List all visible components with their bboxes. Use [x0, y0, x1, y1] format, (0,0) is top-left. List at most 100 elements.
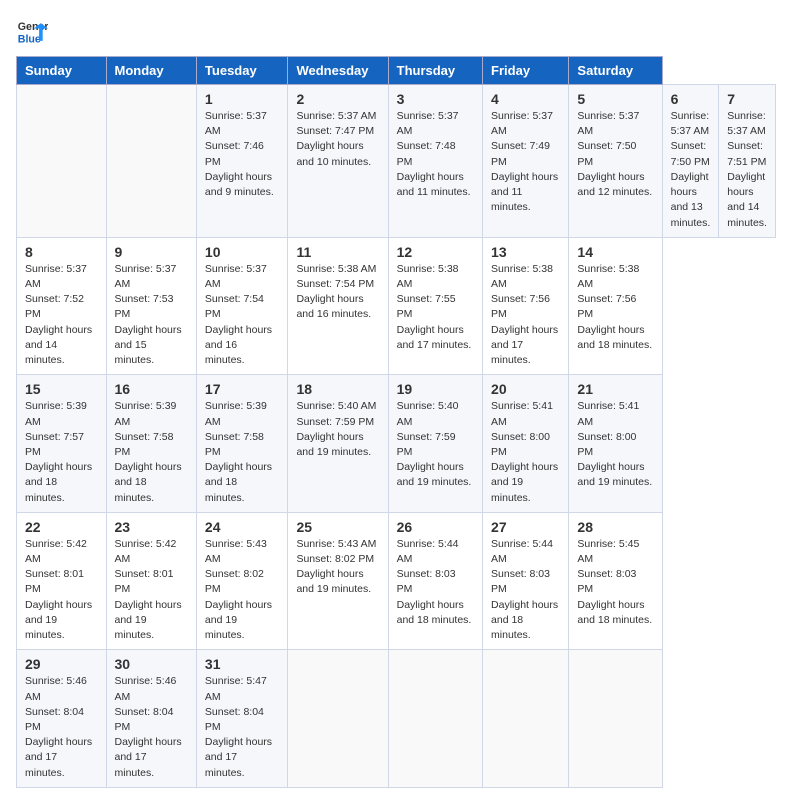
- day-info: Sunrise: 5:38 AMSunset: 7:54 PMDaylight …: [296, 262, 379, 323]
- column-header-friday: Friday: [483, 57, 569, 85]
- day-info: Sunrise: 5:39 AMSunset: 7:57 PMDaylight …: [25, 399, 98, 506]
- day-info: Sunrise: 5:37 AMSunset: 7:53 PMDaylight …: [115, 262, 188, 369]
- calendar-cell: 20 Sunrise: 5:41 AMSunset: 8:00 PMDayligh…: [483, 375, 569, 513]
- calendar-week-1: 1 Sunrise: 5:37 AMSunset: 7:46 PMDaylight…: [17, 85, 776, 238]
- day-info: Sunrise: 5:44 AMSunset: 8:03 PMDaylight …: [397, 537, 474, 628]
- calendar-cell: 15 Sunrise: 5:39 AMSunset: 7:57 PMDayligh…: [17, 375, 107, 513]
- calendar-cell: 10 Sunrise: 5:37 AMSunset: 7:54 PMDayligh…: [196, 237, 288, 375]
- calendar-cell: 6 Sunrise: 5:37 AMSunset: 7:50 PMDaylight…: [662, 85, 719, 238]
- day-info: Sunrise: 5:42 AMSunset: 8:01 PMDaylight …: [25, 537, 98, 644]
- day-number: 22: [25, 519, 98, 535]
- day-info: Sunrise: 5:37 AMSunset: 7:47 PMDaylight …: [296, 109, 379, 170]
- day-number: 31: [205, 656, 280, 672]
- day-number: 4: [491, 91, 560, 107]
- day-number: 30: [115, 656, 188, 672]
- calendar-cell: 4Sunrise: 5:37 AMSunset: 7:49 PMDaylight…: [483, 85, 569, 238]
- calendar-cell: 9 Sunrise: 5:37 AMSunset: 7:53 PMDaylight…: [106, 237, 196, 375]
- day-info: Sunrise: 5:41 AMSunset: 8:00 PMDaylight …: [577, 399, 653, 490]
- calendar-cell: 1 Sunrise: 5:37 AMSunset: 7:46 PMDaylight…: [196, 85, 288, 238]
- day-number: 21: [577, 381, 653, 397]
- calendar-cell: 17 Sunrise: 5:39 AMSunset: 7:58 PMDayligh…: [196, 375, 288, 513]
- calendar-cell: [483, 650, 569, 788]
- calendar-cell: 8Sunrise: 5:37 AMSunset: 7:52 PMDaylight…: [17, 237, 107, 375]
- day-info: Sunrise: 5:38 AMSunset: 7:55 PMDaylight …: [397, 262, 474, 353]
- calendar-header-row: SundayMondayTuesdayWednesdayThursdayFrid…: [17, 57, 776, 85]
- day-number: 13: [491, 244, 560, 260]
- day-number: 20: [491, 381, 560, 397]
- column-header-sunday: Sunday: [17, 57, 107, 85]
- calendar-cell: 21 Sunrise: 5:41 AMSunset: 8:00 PMDayligh…: [569, 375, 662, 513]
- day-number: 24: [205, 519, 280, 535]
- calendar-week-5: 29 Sunrise: 5:46 AMSunset: 8:04 PMDayligh…: [17, 650, 776, 788]
- calendar-cell: 12 Sunrise: 5:38 AMSunset: 7:55 PMDayligh…: [388, 237, 482, 375]
- column-header-monday: Monday: [106, 57, 196, 85]
- day-number: 8: [25, 244, 98, 260]
- day-number: 27: [491, 519, 560, 535]
- calendar-cell: 27Sunrise: 5:44 AMSunset: 8:03 PMDayligh…: [483, 512, 569, 650]
- calendar-cell: 16 Sunrise: 5:39 AMSunset: 7:58 PMDayligh…: [106, 375, 196, 513]
- day-info: Sunrise: 5:37 AMSunset: 7:54 PMDaylight …: [205, 262, 280, 369]
- day-info: Sunrise: 5:39 AMSunset: 7:58 PMDaylight …: [115, 399, 188, 506]
- calendar-cell: 14 Sunrise: 5:38 AMSunset: 7:56 PMDayligh…: [569, 237, 662, 375]
- calendar-cell: 30 Sunrise: 5:46 AMSunset: 8:04 PMDayligh…: [106, 650, 196, 788]
- day-number: 5: [577, 91, 653, 107]
- day-number: 15: [25, 381, 98, 397]
- calendar-cell: 29 Sunrise: 5:46 AMSunset: 8:04 PMDayligh…: [17, 650, 107, 788]
- calendar-cell: [569, 650, 662, 788]
- page-header: General Blue: [16, 16, 776, 48]
- day-info: Sunrise: 5:47 AMSunset: 8:04 PMDaylight …: [205, 674, 280, 781]
- day-info: Sunrise: 5:37 AMSunset: 7:50 PMDaylight …: [577, 109, 653, 200]
- calendar-cell: 18 Sunrise: 5:40 AMSunset: 7:59 PMDayligh…: [288, 375, 388, 513]
- calendar-cell: 22 Sunrise: 5:42 AMSunset: 8:01 PMDayligh…: [17, 512, 107, 650]
- day-number: 26: [397, 519, 474, 535]
- day-number: 1: [205, 91, 280, 107]
- logo: General Blue: [16, 16, 48, 48]
- day-number: 17: [205, 381, 280, 397]
- day-info: Sunrise: 5:46 AMSunset: 8:04 PMDaylight …: [115, 674, 188, 781]
- day-number: 11: [296, 244, 379, 260]
- calendar-cell: 31 Sunrise: 5:47 AMSunset: 8:04 PMDayligh…: [196, 650, 288, 788]
- day-info: Sunrise: 5:42 AMSunset: 8:01 PMDaylight …: [115, 537, 188, 644]
- day-number: 18: [296, 381, 379, 397]
- day-number: 2: [296, 91, 379, 107]
- day-info: Sunrise: 5:38 AMSunset: 7:56 PMDaylight …: [577, 262, 653, 353]
- day-info: Sunrise: 5:43 AMSunset: 8:02 PMDaylight …: [296, 537, 379, 598]
- day-number: 29: [25, 656, 98, 672]
- calendar-cell: 23 Sunrise: 5:42 AMSunset: 8:01 PMDayligh…: [106, 512, 196, 650]
- svg-text:Blue: Blue: [18, 34, 41, 46]
- day-info: Sunrise: 5:37 AMSunset: 7:46 PMDaylight …: [205, 109, 280, 200]
- day-number: 28: [577, 519, 653, 535]
- calendar-week-4: 22 Sunrise: 5:42 AMSunset: 8:01 PMDayligh…: [17, 512, 776, 650]
- day-number: 25: [296, 519, 379, 535]
- day-info: Sunrise: 5:43 AMSunset: 8:02 PMDaylight …: [205, 537, 280, 644]
- day-number: 6: [671, 91, 711, 107]
- day-info: Sunrise: 5:39 AMSunset: 7:58 PMDaylight …: [205, 399, 280, 506]
- day-number: 14: [577, 244, 653, 260]
- day-number: 7: [727, 91, 767, 107]
- calendar-cell: 3 Sunrise: 5:37 AMSunset: 7:48 PMDaylight…: [388, 85, 482, 238]
- calendar-cell: [388, 650, 482, 788]
- calendar-cell: [288, 650, 388, 788]
- day-number: 3: [397, 91, 474, 107]
- day-number: 10: [205, 244, 280, 260]
- day-number: 23: [115, 519, 188, 535]
- calendar-body: 1 Sunrise: 5:37 AMSunset: 7:46 PMDaylight…: [17, 85, 776, 788]
- calendar-cell: 25 Sunrise: 5:43 AMSunset: 8:02 PMDayligh…: [288, 512, 388, 650]
- calendar-cell: 24 Sunrise: 5:43 AMSunset: 8:02 PMDayligh…: [196, 512, 288, 650]
- day-info: Sunrise: 5:41 AMSunset: 8:00 PMDaylight …: [491, 399, 560, 506]
- day-number: 19: [397, 381, 474, 397]
- day-number: 12: [397, 244, 474, 260]
- logo-icon: General Blue: [16, 16, 48, 48]
- day-info: Sunrise: 5:46 AMSunset: 8:04 PMDaylight …: [25, 674, 98, 781]
- day-info: Sunrise: 5:37 AMSunset: 7:48 PMDaylight …: [397, 109, 474, 200]
- day-info: Sunrise: 5:40 AMSunset: 7:59 PMDaylight …: [296, 399, 379, 460]
- calendar-table: SundayMondayTuesdayWednesdayThursdayFrid…: [16, 56, 776, 788]
- calendar-cell: 11 Sunrise: 5:38 AMSunset: 7:54 PMDayligh…: [288, 237, 388, 375]
- day-info: Sunrise: 5:38 AMSunset: 7:56 PMDaylight …: [491, 262, 560, 369]
- day-number: 16: [115, 381, 188, 397]
- day-info: Sunrise: 5:37 AMSunset: 7:50 PMDaylight …: [671, 109, 711, 231]
- calendar-week-3: 15 Sunrise: 5:39 AMSunset: 7:57 PMDayligh…: [17, 375, 776, 513]
- day-info: Sunrise: 5:40 AMSunset: 7:59 PMDaylight …: [397, 399, 474, 490]
- day-number: 9: [115, 244, 188, 260]
- calendar-cell: [106, 85, 196, 238]
